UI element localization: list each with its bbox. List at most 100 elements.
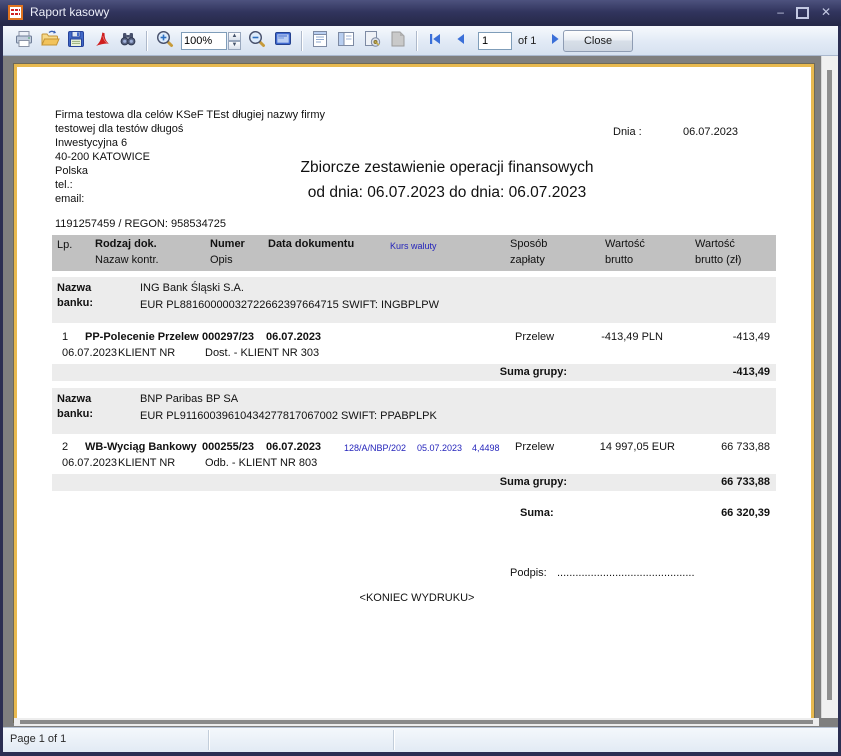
minimize-icon[interactable]: ‒ xyxy=(777,4,784,20)
close-button[interactable]: Close xyxy=(563,30,633,52)
table-row: 2 WB-Wyciąg Bankowy 000255/23 06.07.2023… xyxy=(52,438,776,474)
end-of-print-marker: <KONIEC WYDRUKU> xyxy=(317,592,517,604)
bank-account: EUR PL91160039610434277817067002 SWIFT: … xyxy=(140,410,437,422)
company-line: tel.: xyxy=(55,179,73,191)
col-wartosc-1: Wartość xyxy=(605,238,645,250)
zoom-out-button[interactable] xyxy=(245,29,269,53)
fullscreen-button[interactable] xyxy=(271,29,295,53)
find-button[interactable] xyxy=(116,29,140,53)
print-button[interactable] xyxy=(12,29,36,53)
title-bar: Raport kasowy ‒ ✕ xyxy=(0,0,841,26)
pdf-export-button[interactable] xyxy=(90,29,114,53)
col-wartosc-zl-1: Wartość xyxy=(695,238,735,250)
save-button[interactable] xyxy=(64,29,88,53)
row-lp: 2 xyxy=(62,441,68,453)
page-count-label: of 1 xyxy=(518,35,536,47)
table-row: 1 PP-Polecenie Przelew 000297/23 06.07.2… xyxy=(52,328,776,364)
bank-label: Nazwa xyxy=(57,393,91,405)
date-label: Dnia : xyxy=(613,126,642,138)
bank-name: ING Bank Śląski S.A. xyxy=(140,282,244,294)
bank-group-header: Nazwa banku: ING Bank Śląski S.A. EUR PL… xyxy=(52,277,776,323)
col-sposob-1: Sposób xyxy=(510,238,547,250)
row-kontrahent: KLIENT NR xyxy=(118,347,175,359)
group-subtotal-value: 66 733,88 xyxy=(652,476,770,488)
row-lp: 1 xyxy=(62,331,68,343)
page-number-input[interactable] xyxy=(478,32,512,50)
page-setup-icon xyxy=(310,29,330,52)
statusbar-divider xyxy=(208,730,209,750)
fullscreen-monitor-icon xyxy=(273,29,293,52)
bank-label: banku: xyxy=(57,408,93,420)
horizontal-scrollbar[interactable] xyxy=(14,718,819,726)
col-data: Data dokumentu xyxy=(268,238,354,250)
row-kurs-nr: 128/A/NBP/202 xyxy=(344,443,406,453)
row-wartosc: -413,49 PLN xyxy=(542,331,663,343)
toolbar-separator xyxy=(146,31,147,51)
col-sposob-2: zapłaty xyxy=(510,254,545,266)
zoom-spinner: ▲▼ xyxy=(228,32,241,50)
vertical-scrollbar-thumb[interactable] xyxy=(827,70,832,700)
window-controls: ‒ ✕ xyxy=(777,4,831,20)
col-lp: Lp. xyxy=(57,239,72,251)
col-rodzaj: Rodzaj dok. xyxy=(95,238,157,250)
zoom-spin-up-icon[interactable]: ▲ xyxy=(228,32,241,41)
thumbnails-panel-icon xyxy=(336,29,356,52)
bank-account: EUR PL88160000032722662397664715 SWIFT: … xyxy=(140,299,439,311)
col-wartosc-zl-2: brutto (zł) xyxy=(695,254,741,266)
statusbar-divider xyxy=(393,730,394,750)
report-title: Zbiorcze zestawienie operacji finansowyc… xyxy=(127,159,767,177)
toolbar-separator xyxy=(416,31,417,51)
first-page-button[interactable] xyxy=(423,29,447,53)
company-line: email: xyxy=(55,193,84,205)
zoom-spin-down-icon[interactable]: ▼ xyxy=(228,41,241,50)
export-disabled-button xyxy=(386,29,410,53)
signature-dots: ........................................… xyxy=(557,567,695,579)
row-data2: 06.07.2023 xyxy=(62,457,117,469)
horizontal-scrollbar-thumb[interactable] xyxy=(20,720,813,724)
open-button[interactable] xyxy=(38,29,62,53)
prev-page-icon xyxy=(452,30,470,51)
vertical-scrollbar[interactable] xyxy=(821,56,838,718)
close-window-icon[interactable]: ✕ xyxy=(821,4,831,20)
date-value: 06.07.2023 xyxy=(683,126,738,138)
row-kurs-data: 05.07.2023 xyxy=(417,443,462,453)
bank-label: Nazwa xyxy=(57,282,91,294)
row-data: 06.07.2023 xyxy=(266,331,321,343)
row-wartosc-zl: 66 733,88 xyxy=(652,441,770,453)
company-line: Polska xyxy=(55,165,88,177)
zoom-in-button[interactable] xyxy=(153,29,177,53)
group-subtotal-value: -413,49 xyxy=(652,366,770,378)
page-setup-button[interactable] xyxy=(308,29,332,53)
bank-group-header: Nazwa banku: BNP Paribas BP SA EUR PL911… xyxy=(52,388,776,434)
group-subtotal-row: Suma grupy: -413,49 xyxy=(52,364,776,381)
row-opis: Dost. - KLIENT NR 303 xyxy=(205,347,319,359)
company-line: Firma testowa dla celów KSeF TEst długie… xyxy=(55,109,325,121)
total-value: 66 320,39 xyxy=(652,507,770,519)
export-disabled-icon xyxy=(388,29,408,52)
report-subtitle: od dnia: 06.07.2023 do dnia: 06.07.2023 xyxy=(127,184,767,202)
thumbnails-button[interactable] xyxy=(334,29,358,53)
zoom-in-icon xyxy=(155,29,175,52)
col-numer: Numer xyxy=(210,238,245,250)
toolbar: ▲▼ of 1 Close xyxy=(3,26,838,56)
print-options-icon xyxy=(362,29,382,52)
col-opis: Opis xyxy=(210,254,233,266)
maximize-icon[interactable] xyxy=(796,7,809,19)
prev-page-button[interactable] xyxy=(449,29,473,53)
pdf-icon xyxy=(92,29,112,52)
first-page-icon xyxy=(426,30,444,51)
status-bar: Page 1 of 1 xyxy=(3,727,838,752)
zoom-value-input[interactable] xyxy=(181,32,227,50)
print-preview-area: Firma testowa dla celów KSeF TEst długie… xyxy=(3,56,838,727)
row-data2: 06.07.2023 xyxy=(62,347,117,359)
col-wartosc-2: brutto xyxy=(605,254,633,266)
zoom-spinbox: ▲▼ xyxy=(181,32,241,50)
print-options-button[interactable] xyxy=(360,29,384,53)
save-icon xyxy=(66,29,86,52)
row-opis: Odb. - KLIENT NR 803 xyxy=(205,457,317,469)
total-label: Suma: xyxy=(520,507,554,519)
table-header: Lp. Rodzaj dok. Nazaw kontr. Numer Opis … xyxy=(52,235,776,271)
row-wartosc-zl: -413,49 xyxy=(652,331,770,343)
app-icon xyxy=(8,5,23,20)
zoom-out-icon xyxy=(247,29,267,52)
